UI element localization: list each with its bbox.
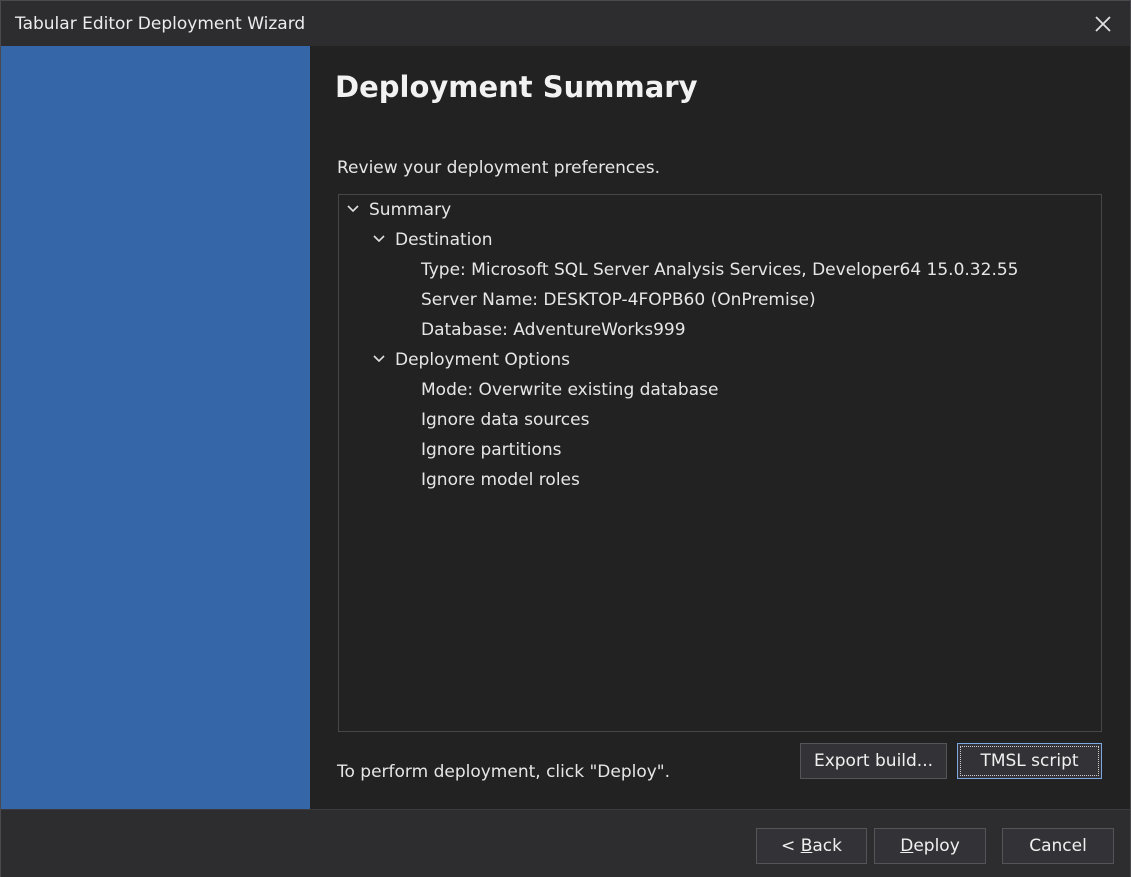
- tmsl-script-button[interactable]: TMSL script: [957, 743, 1102, 779]
- tree-leaf-server-name[interactable]: Server Name: DESKTOP-4FOPB60 (OnPremise): [421, 285, 816, 315]
- back-button-accesskey: B: [800, 836, 813, 856]
- chevron-down-icon[interactable]: [373, 235, 385, 243]
- tree-node-label: Deployment Options: [395, 350, 570, 370]
- chevron-down-icon[interactable]: [373, 355, 385, 363]
- deploy-button-accesskey: D: [900, 836, 914, 856]
- close-button[interactable]: [1076, 1, 1130, 46]
- tree-leaf-ignore-model-roles[interactable]: Ignore model roles: [421, 465, 580, 495]
- tree-leaf-ignore-partitions[interactable]: Ignore partitions: [421, 435, 561, 465]
- back-button-prefix: <: [781, 836, 801, 856]
- summary-tree[interactable]: Summary Destination Type: Microsoft SQL …: [338, 194, 1102, 732]
- tree-leaf-mode[interactable]: Mode: Overwrite existing database: [421, 375, 718, 405]
- back-button[interactable]: < Back: [756, 828, 867, 864]
- deploy-instruction: To perform deployment, click "Deploy".: [337, 762, 671, 782]
- tree-leaf-database[interactable]: Database: AdventureWorks999: [421, 315, 686, 345]
- page-title: Deployment Summary: [335, 70, 698, 104]
- chevron-down-icon[interactable]: [347, 205, 359, 213]
- wizard-window: Tabular Editor Deployment Wizard Deploym…: [0, 0, 1131, 877]
- wizard-button-bar: < Back Deploy Cancel: [1, 809, 1130, 877]
- deploy-button[interactable]: Deploy: [874, 828, 986, 864]
- tree-leaf-ignore-data-sources[interactable]: Ignore data sources: [421, 405, 589, 435]
- tree-leaf-type[interactable]: Type: Microsoft SQL Server Analysis Serv…: [421, 255, 1018, 285]
- window-title: Tabular Editor Deployment Wizard: [15, 14, 306, 34]
- wizard-sidebar: [1, 46, 310, 809]
- back-button-label: ack: [812, 836, 842, 856]
- close-icon: [1095, 15, 1111, 32]
- title-bar: Tabular Editor Deployment Wizard: [1, 1, 1130, 46]
- cancel-button[interactable]: Cancel: [1002, 828, 1114, 864]
- deploy-button-label: eploy: [913, 836, 960, 856]
- export-build-button[interactable]: Export build...: [800, 743, 947, 779]
- page-subtitle: Review your deployment preferences.: [337, 158, 660, 178]
- wizard-content: Deployment Summary Review your deploymen…: [310, 46, 1130, 809]
- tree-node-label: Destination: [395, 230, 493, 250]
- tree-node-label: Summary: [369, 200, 452, 220]
